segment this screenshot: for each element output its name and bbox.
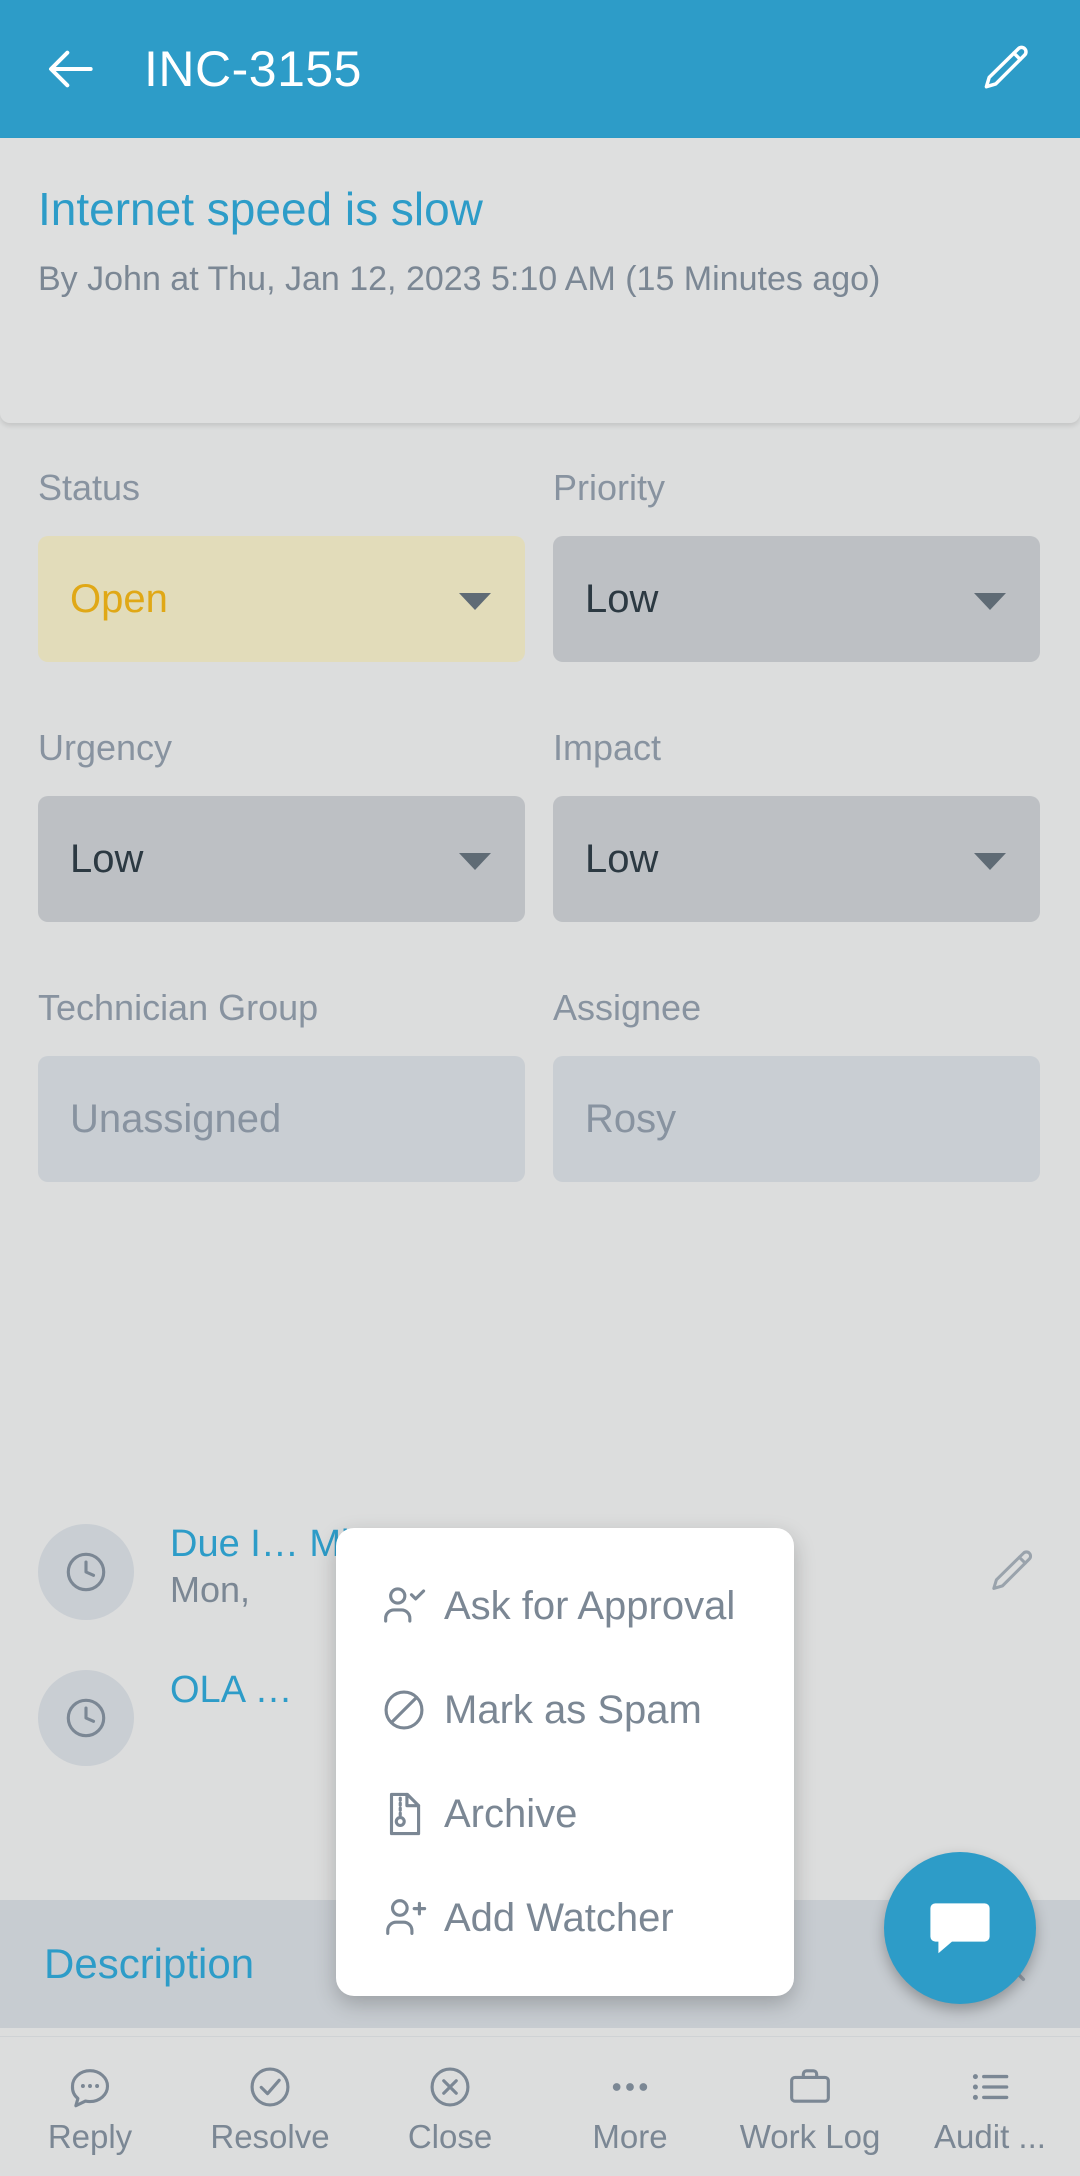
chevron-down-icon [459, 593, 491, 610]
menu-item-label: Archive [444, 1791, 578, 1836]
field-label-assignee: Assignee [553, 987, 702, 1028]
field-urgency: Urgency Low [38, 730, 525, 922]
field-priority: Priority Low [553, 470, 1040, 662]
menu-item-label: Mark as Spam [444, 1687, 702, 1732]
chat-fab-button[interactable] [884, 1852, 1036, 2004]
chat-dots-icon [65, 2060, 115, 2114]
list-icon [965, 2060, 1015, 2114]
avatar [38, 1670, 134, 1766]
assignee-field[interactable]: Rosy [553, 1056, 1040, 1182]
arrow-left-icon [44, 41, 100, 97]
chat-bubble-icon [923, 1891, 997, 1965]
field-label-priority: Priority [553, 467, 666, 508]
nav-item-close[interactable]: Close [360, 2037, 540, 2176]
field-row-status-priority: Status Open Priority Low [0, 470, 1080, 662]
field-label-urgency: Urgency [38, 727, 173, 768]
nav-item-reply[interactable]: Reply [0, 2037, 180, 2176]
clock-icon [61, 1547, 111, 1597]
field-status: Status Open [38, 470, 525, 662]
tab-description[interactable]: Description [44, 1940, 254, 1988]
ellipsis-icon [605, 2060, 655, 2114]
menu-item-ask-for-approval[interactable]: Ask for Approval [336, 1554, 794, 1658]
impact-dropdown[interactable]: Low [553, 796, 1040, 922]
impact-value: Low [585, 836, 659, 881]
ticket-summary-card: Internet speed is slow By John at Thu, J… [0, 138, 1080, 423]
back-button[interactable] [40, 37, 104, 101]
nav-label: Reply [47, 2118, 133, 2155]
field-assignee: Assignee Rosy [553, 990, 1040, 1182]
bottom-navigation-bar: Reply Resolve Close More Work Log Audit … [0, 2036, 1080, 2176]
nav-label: More [592, 2118, 668, 2155]
chevron-down-icon [974, 853, 1006, 870]
avatar [38, 1524, 134, 1620]
field-label-impact: Impact [553, 727, 662, 768]
urgency-value: Low [70, 836, 144, 881]
archive-file-icon [378, 1788, 430, 1840]
briefcase-icon [785, 2060, 835, 2114]
nav-label: Resolve [210, 2118, 330, 2155]
menu-item-archive[interactable]: Archive [336, 1762, 794, 1866]
check-circle-icon [245, 2060, 295, 2114]
action-popup-menu: Ask for Approval Mark as Spam Archive Ad… [336, 1528, 794, 1996]
nav-label: Audit ... [934, 2118, 1046, 2155]
incident-detail-screen: INC-3155 Internet speed is slow By John … [0, 0, 1080, 2176]
menu-item-label: Ask for Approval [444, 1583, 736, 1628]
nav-item-resolve[interactable]: Resolve [180, 2037, 360, 2176]
ticket-meta: By John at Thu, Jan 12, 2023 5:10 AM (15… [38, 260, 881, 298]
nav-item-more[interactable]: More [540, 2037, 720, 2176]
field-impact: Impact Low [553, 730, 1040, 922]
nav-label: Work Log [739, 2118, 881, 2155]
chevron-down-icon [459, 853, 491, 870]
field-label-technician-group: Technician Group [38, 987, 319, 1028]
ticket-fields: Status Open Priority Low Urgency Low Imp… [0, 470, 1080, 1250]
field-technician-group: Technician Group Unassigned [38, 990, 525, 1182]
menu-item-label: Add Watcher [444, 1895, 674, 1940]
person-plus-icon [378, 1892, 430, 1944]
menu-item-add-watcher[interactable]: Add Watcher [336, 1866, 794, 1970]
menu-item-mark-as-spam[interactable]: Mark as Spam [336, 1658, 794, 1762]
urgency-dropdown[interactable]: Low [38, 796, 525, 922]
field-row-group-assignee: Technician Group Unassigned Assignee Ros… [0, 990, 1080, 1182]
status-value: Open [70, 576, 168, 621]
block-circle-icon [378, 1684, 430, 1736]
priority-value: Low [585, 576, 659, 621]
pencil-icon [986, 1546, 1042, 1598]
technician-group-field[interactable]: Unassigned [38, 1056, 525, 1182]
nav-item-work-log[interactable]: Work Log [720, 2037, 900, 2176]
edit-ticket-button[interactable] [972, 35, 1040, 103]
status-dropdown[interactable]: Open [38, 536, 525, 662]
person-check-icon [378, 1580, 430, 1632]
priority-dropdown[interactable]: Low [553, 536, 1040, 662]
technician-group-value: Unassigned [70, 1096, 282, 1141]
nav-label: Close [407, 2118, 493, 2155]
assignee-value: Rosy [585, 1096, 677, 1141]
x-circle-icon [425, 2060, 475, 2114]
clock-icon [61, 1693, 111, 1743]
ticket-subject: Internet speed is slow [38, 183, 483, 235]
nav-item-audit[interactable]: Audit ... [900, 2037, 1080, 2176]
sla-edit-button[interactable] [986, 1546, 1042, 1602]
app-bar: INC-3155 [0, 0, 1080, 138]
pencil-icon [978, 41, 1034, 97]
field-label-status: Status [38, 467, 141, 508]
field-row-urgency-impact: Urgency Low Impact Low [0, 730, 1080, 922]
page-title: INC-3155 [144, 41, 362, 97]
chevron-down-icon [974, 593, 1006, 610]
